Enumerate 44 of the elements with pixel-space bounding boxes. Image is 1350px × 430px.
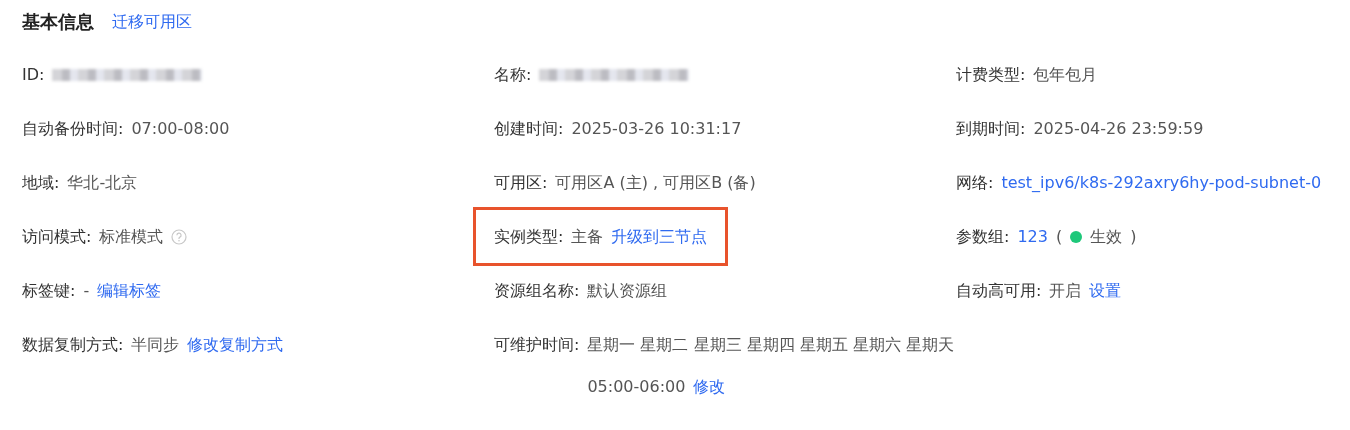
field-value: ( [1055, 226, 1063, 248]
field-label: 自动高可用: [956, 280, 1042, 302]
field-label: 名称: [494, 64, 532, 86]
field-value: 星期一 星期二 星期三 星期四 星期五 星期六 星期天 [587, 334, 954, 356]
help-icon[interactable] [171, 228, 188, 245]
field-label: 数据复制方式: [22, 334, 124, 356]
field-label: 标签键: [22, 280, 76, 302]
field-value: - [83, 280, 90, 302]
field-label: 计费类型: [956, 64, 1026, 86]
field-label: 地域: [22, 172, 60, 194]
field-link[interactable]: test_ipv6/k8s-292axry6hy-pod-subnet-0 [1001, 169, 1322, 196]
field-value: 默认资源组 [587, 280, 668, 302]
field-label: 可维护时间: [494, 334, 580, 356]
field-link[interactable]: 升级到三节点 [611, 223, 708, 250]
field-link[interactable]: 编辑标签 [97, 277, 162, 304]
field-value: 标准模式 [99, 226, 164, 248]
field-value: 华北-北京 [67, 172, 138, 194]
field-value: 包年包月 [1033, 64, 1098, 86]
field-label: 到期时间: [956, 118, 1026, 140]
field-value: 可用区A (主) , 可用区B (备) [555, 172, 756, 194]
section-title: 基本信息 [22, 10, 94, 34]
field-label: 自动备份时间: [22, 118, 124, 140]
field-label: 可用区: [494, 172, 548, 194]
field-link[interactable]: 修改 [693, 373, 726, 400]
field-value: 2025-03-26 10:31:17 [571, 118, 742, 140]
field-label: 资源组名称: [494, 280, 580, 302]
field-value: 2025-04-26 23:59:59 [1033, 118, 1204, 140]
field-value: 主备 [571, 226, 604, 248]
field-link[interactable]: 设置 [1089, 277, 1122, 304]
field-link[interactable]: 修改复制方式 [187, 331, 284, 358]
field-value: 07:00-08:00 [131, 118, 230, 140]
field-value: ) [1130, 226, 1137, 248]
migrate-zone-link[interactable]: 迁移可用区 [112, 11, 192, 33]
field-value: 开启 [1049, 280, 1082, 302]
field-label: 实例类型: [494, 226, 564, 248]
status-text: 生效 [1090, 226, 1123, 248]
field-label: 参数组: [956, 226, 1010, 248]
field-value: 05:00-06:00 [587, 376, 686, 398]
field-label: 网络: [956, 172, 994, 194]
field-label: 创建时间: [494, 118, 564, 140]
field-link[interactable]: 123 [1017, 223, 1048, 250]
field-label: 访问模式: [22, 226, 92, 248]
field-label: ID: [22, 64, 45, 86]
field-value: 半同步 [131, 334, 180, 356]
